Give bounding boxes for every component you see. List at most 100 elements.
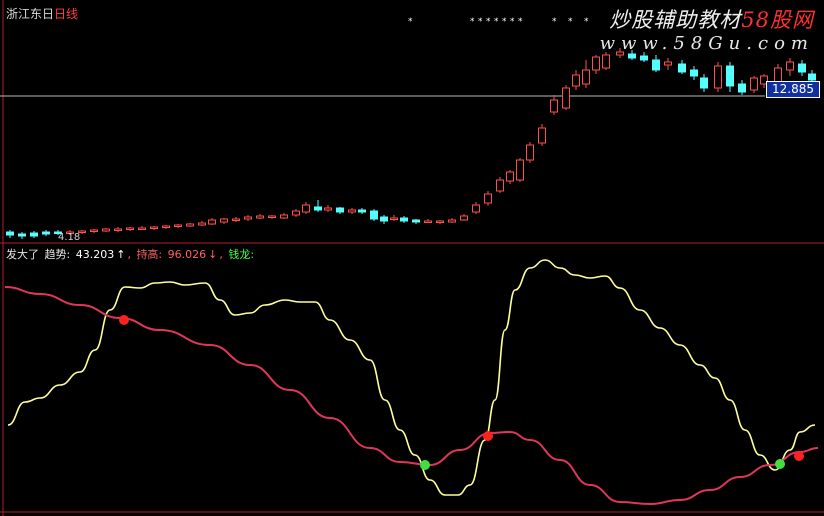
candle-body — [628, 53, 636, 59]
candle-body — [506, 171, 514, 182]
candle-body — [572, 74, 580, 87]
svg-text:*: * — [494, 17, 499, 27]
trend-value: 43.203 — [75, 248, 115, 261]
candlestick-series — [6, 48, 816, 239]
trend-label: 趋势: — [44, 248, 71, 261]
buy-signal-dot — [775, 459, 785, 469]
candle-body — [348, 209, 356, 213]
candle-body — [280, 214, 288, 219]
signal-dots — [119, 315, 804, 470]
candle-body — [412, 219, 420, 223]
svg-text:*: * — [510, 17, 515, 27]
candle-body — [436, 220, 444, 223]
candle-body — [162, 225, 170, 228]
candle-body — [138, 227, 146, 230]
indicator-legend: 发大了 趋势: 43.203 ↑, 持高: 96.026 ↓, 钱龙: — [6, 248, 255, 261]
hold-label: 持高: — [136, 248, 163, 261]
candle-body — [496, 179, 504, 192]
chart-title: 浙江东日日线 — [6, 5, 78, 22]
candle-body — [232, 218, 240, 221]
hold-arrow: ↓ — [208, 248, 218, 261]
candle-body — [268, 215, 276, 218]
candle-body — [336, 207, 344, 213]
candle-body — [472, 204, 480, 213]
qianlong-label: 钱龙: — [228, 248, 255, 261]
candle-body — [400, 217, 408, 222]
candle-body — [6, 231, 14, 236]
candle-body — [808, 73, 816, 81]
candle-body — [750, 77, 758, 91]
candle-body — [592, 56, 600, 71]
candle-body — [602, 54, 610, 69]
candle-body — [448, 219, 456, 223]
candle-body — [460, 215, 468, 221]
candle-body — [302, 204, 310, 213]
sell-signal-dot — [119, 315, 129, 325]
candle-body — [484, 193, 492, 204]
candle-body — [220, 218, 228, 223]
sell-signal-dot — [483, 431, 493, 441]
candle-body — [186, 223, 194, 227]
trend-line — [7, 259, 816, 496]
candle-body — [516, 159, 524, 181]
candle-body — [150, 226, 158, 229]
candle-body — [244, 216, 252, 220]
stock-name[interactable]: 浙江东日 — [6, 7, 54, 21]
candle-body — [652, 59, 660, 71]
svg-text:*: * — [502, 17, 507, 27]
candle-body — [526, 144, 534, 161]
candle-body — [714, 65, 722, 89]
watermark-url: www.58Gu.com — [599, 33, 814, 54]
candle-body — [358, 209, 366, 213]
svg-text:*: * — [518, 17, 523, 27]
candle-body — [292, 210, 300, 216]
candle-body — [678, 63, 686, 73]
candle-body — [664, 61, 672, 66]
signal-markers: * * * * * * * * * * * — [408, 17, 589, 27]
candle-body — [798, 63, 806, 73]
candle-body — [30, 232, 38, 237]
candle-body — [256, 215, 264, 219]
candle-body — [690, 69, 698, 77]
candle-body — [550, 99, 558, 113]
svg-text:*: * — [470, 17, 475, 27]
svg-text:*: * — [552, 17, 557, 27]
candle-body — [774, 67, 782, 83]
candle-body — [424, 220, 432, 223]
indicator-name[interactable]: 发大了 — [6, 248, 39, 261]
candle-body — [640, 55, 648, 61]
svg-text:*: * — [584, 17, 589, 27]
watermark: 炒股辅助教材58股网 www.58Gu.com — [600, 4, 814, 54]
trend-arrow: ↑ — [116, 248, 126, 261]
candle-body — [126, 227, 134, 230]
svg-text:*: * — [408, 17, 413, 27]
candle-body — [90, 229, 98, 232]
candle-body — [700, 77, 708, 89]
candle-body — [208, 219, 216, 225]
candle-body — [380, 216, 388, 222]
candle-body — [562, 87, 570, 109]
candle-body — [102, 228, 110, 232]
candle-body — [324, 207, 332, 211]
period-label[interactable]: 日线 — [54, 7, 78, 21]
current-price-tag: 12.885 — [766, 81, 820, 98]
svg-text:*: * — [486, 17, 491, 27]
candle-body — [198, 222, 206, 226]
buy-signal-dot — [420, 460, 430, 470]
candle-body — [42, 231, 50, 235]
hold-value: 96.026 — [167, 248, 207, 261]
svg-text:*: * — [568, 17, 573, 27]
candle-body — [314, 206, 322, 211]
candle-body — [538, 127, 546, 144]
watermark-text: 炒股辅助教材 — [609, 8, 742, 32]
candle-body — [174, 224, 182, 227]
candle-body — [370, 210, 378, 220]
candle-body — [390, 217, 398, 220]
candle-body — [582, 69, 590, 85]
svg-text:*: * — [478, 17, 483, 27]
candle-body — [786, 61, 794, 71]
low-price-label: 4.18 — [58, 232, 80, 243]
watermark-brand: 58股网 — [741, 8, 814, 32]
candle-body — [726, 65, 734, 87]
candle-body — [738, 83, 746, 93]
